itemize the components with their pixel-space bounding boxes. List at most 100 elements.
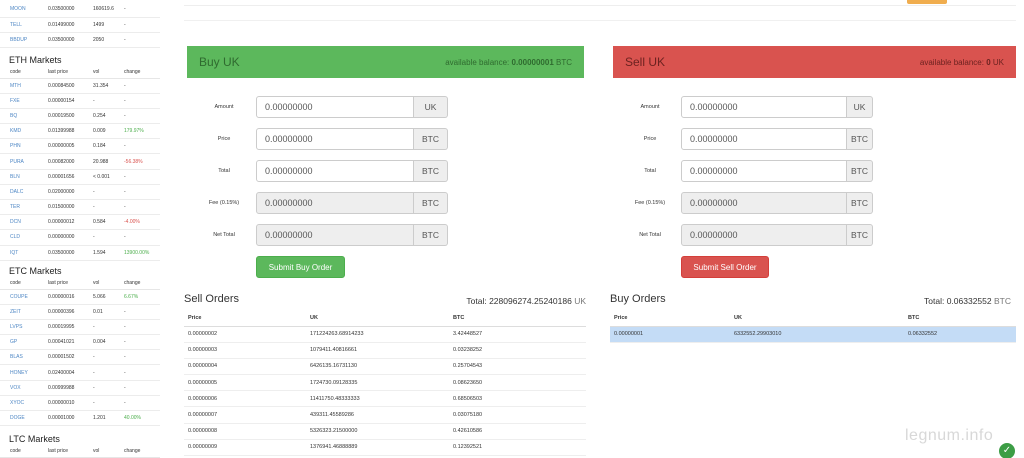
order-cell: 0.00000007 <box>184 406 306 424</box>
order-row[interactable]: 0.00000002 171224263.68914233 3.42448527 <box>184 326 586 343</box>
market-row[interactable]: BQ 0.00019500 0.254- <box>0 108 160 125</box>
market-row[interactable]: HONEY 0.02400004- - <box>0 364 160 381</box>
field-input[interactable]: 0.00000000 <box>681 160 847 182</box>
form-row-fee: Fee (0.15%) 0.00000000 BTC <box>620 192 873 214</box>
order-row[interactable]: 0.00000004 6426135.16731130 0.25704543 <box>184 358 586 376</box>
balance-label: available balance: <box>919 57 984 67</box>
order-row[interactable]: 0.00000001 6332552.29903010 0.06332552 <box>610 326 1016 343</box>
order-cell: 6426135.16731130 <box>306 358 449 376</box>
market-price: 0.00001000 <box>38 410 83 427</box>
market-code-link[interactable]: DCN <box>0 214 38 231</box>
market-row[interactable]: CLD 0.00000000- - <box>0 229 160 246</box>
market-vol: 0.009 <box>83 123 114 140</box>
market-code-link[interactable]: MOON <box>0 2 38 18</box>
market-row[interactable]: VOX 0.00999988- - <box>0 380 160 396</box>
field-input[interactable]: 0.00000000 <box>681 128 847 150</box>
market-row[interactable]: FXE 0.00000154- - <box>0 93 160 109</box>
market-change: 13900.00% <box>114 245 160 261</box>
market-price: 0.02000000 <box>38 184 83 201</box>
field-input[interactable]: 0.00000000 <box>681 96 847 118</box>
total-value: 0.06332552 <box>946 296 992 306</box>
market-code-link[interactable]: MTH <box>0 78 38 94</box>
market-row[interactable]: MTH 0.00084500 31.354- <box>0 78 160 94</box>
order-row[interactable]: 0.00000006 11411750.48333333 0.68506503 <box>184 390 586 408</box>
market-code-link[interactable]: KMD <box>0 123 38 140</box>
market-code-link[interactable]: CLD <box>0 229 38 246</box>
column-header: UK <box>306 310 449 327</box>
market-row[interactable]: BLN 0.00001656 < 0.001- <box>0 169 160 185</box>
market-code-link[interactable]: BQ <box>0 108 38 125</box>
order-row[interactable]: 0.00000007 439311.45589286 0.03075180 <box>184 406 586 424</box>
market-code-link[interactable]: PHN <box>0 138 38 155</box>
market-code-link[interactable]: BLN <box>0 169 38 185</box>
market-vol: - <box>83 184 114 201</box>
market-change: - <box>114 32 160 48</box>
market-change: - <box>114 93 160 109</box>
market-code-link[interactable]: TELL <box>0 17 38 33</box>
market-change: - <box>114 304 160 320</box>
unit-addon: BTC <box>414 160 448 182</box>
form-row-total: Total 0.00000000 BTC <box>194 160 448 182</box>
order-row[interactable]: 0.00000005 1724730.09128335 0.08623650 <box>184 374 586 392</box>
market-row[interactable]: GP 0.00041021 0.004- <box>0 334 160 351</box>
market-code-link[interactable]: XYOC <box>0 395 38 412</box>
market-row[interactable]: KMD 0.01399988 0.009 179.97% <box>0 123 160 140</box>
order-cell: 6332552.29903010 <box>730 326 904 343</box>
market-row[interactable]: BBDUP 0.03500000 2050- <box>0 32 160 48</box>
market-row[interactable]: DALC 0.02000000- - <box>0 184 160 201</box>
market-code-link[interactable]: TER <box>0 199 38 216</box>
market-row[interactable]: PURA 0.00082000 20.988 -56.38% <box>0 153 160 170</box>
order-row[interactable]: 0.00000008 5326323.21500000 0.42610586 <box>184 423 586 440</box>
market-price: 0.00000012 <box>38 214 83 231</box>
field-input[interactable]: 0.00000000 <box>256 128 414 150</box>
market-row[interactable]: DOGE 0.00001000 1.201 40.00% <box>0 410 160 427</box>
market-row[interactable]: MOON0.03500000160619.638- <box>0 2 160 18</box>
market-change: 6.67% <box>114 289 160 305</box>
market-change: - <box>114 138 160 155</box>
form-row-amount: Amount 0.00000000 UK <box>194 96 448 118</box>
market-code-link[interactable]: ZEIT <box>0 304 38 320</box>
market-code-link[interactable]: FXE <box>0 93 38 109</box>
market-code-link[interactable]: VOX <box>0 380 38 396</box>
market-code-link[interactable]: HONEY <box>0 364 38 381</box>
market-row[interactable]: XYOC 0.00000010- - <box>0 395 160 412</box>
top-action-button[interactable] <box>907 0 947 4</box>
market-code-link[interactable]: COUPE <box>0 289 38 305</box>
submit-sell-order-button[interactable]: Submit Sell Order <box>681 256 769 278</box>
market-code-link[interactable]: BBDUP <box>0 32 38 48</box>
check-icon[interactable]: ✓ <box>999 443 1015 458</box>
unit-addon: BTC <box>414 192 448 214</box>
market-header-row: code last price vol change <box>0 446 160 458</box>
market-rows: COUPE 0.00000016 5.066 6.67% ZEIT 0.00000396 0… <box>0 289 160 427</box>
order-row[interactable]: 0.00000003 1079411.40816661 0.03238252 <box>184 342 586 359</box>
market-code-link[interactable]: LVPS <box>0 319 38 336</box>
market-row[interactable]: IQT 0.03500000 1.594 13900.00% <box>0 245 160 261</box>
field-input[interactable]: 0.00000000 <box>256 96 414 118</box>
market-rows: MTH 0.00084500 31.354- FXE 0.00000154- - BQ 0.0… <box>0 78 160 261</box>
order-cell: 0.00000009 <box>184 439 306 457</box>
market-header-row: code last price vol change <box>0 278 160 290</box>
submit-buy-order-button[interactable]: Submit Buy Order <box>256 256 345 278</box>
market-code-link[interactable]: IQT <box>0 245 38 261</box>
market-price: 0.03500000 <box>38 32 83 48</box>
market-row[interactable]: DCN 0.00000012 0.584 -4.00% <box>0 214 160 231</box>
market-row[interactable]: PHN 0.00000005 0.184- <box>0 138 160 155</box>
market-code-link[interactable]: DOGE <box>0 410 38 427</box>
field-input[interactable]: 0.00000000 <box>256 160 414 182</box>
market-price: 0.00000016 <box>38 289 83 305</box>
field-label: Net Total <box>213 232 235 238</box>
market-row[interactable]: ZEIT 0.00000396 0.01- <box>0 304 160 320</box>
market-row[interactable]: LVPS 0.00019995- - <box>0 319 160 336</box>
market-code-link[interactable]: PURA <box>0 153 38 170</box>
market-row[interactable]: TELL 0.01499000 1499- <box>0 17 160 33</box>
market-price: 0.03500000 <box>38 245 83 261</box>
market-code-link[interactable]: BLAS <box>0 349 38 366</box>
market-code-link[interactable]: GP <box>0 334 38 351</box>
market-vol: - <box>83 199 114 216</box>
market-row[interactable]: COUPE 0.00000016 5.066 6.67% <box>0 289 160 305</box>
market-row[interactable]: BLAS 0.00001502- - <box>0 349 160 366</box>
field-label: Fee (0.15%) <box>208 200 240 206</box>
market-code-link[interactable]: DALC <box>0 184 38 201</box>
order-row[interactable]: 0.00000009 1376941.46888889 0.12392521 <box>184 439 586 457</box>
market-row[interactable]: TER 0.01500000- - <box>0 199 160 216</box>
